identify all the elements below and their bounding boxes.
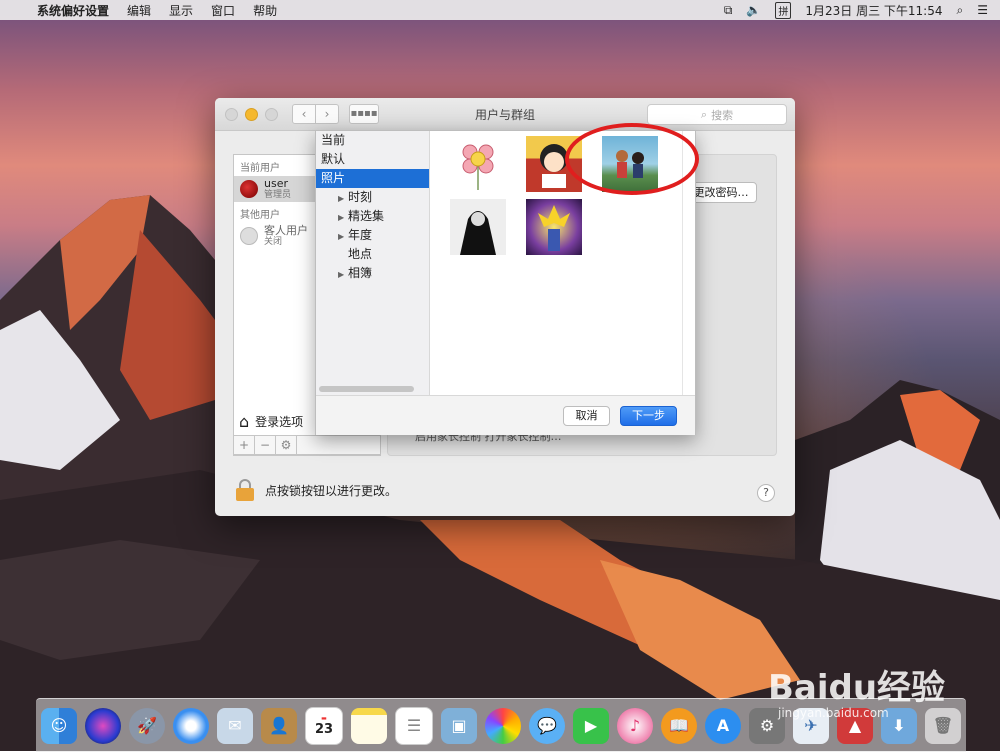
disclosure-triangle-icon[interactable]: ▶ (338, 189, 344, 208)
picker-source-label: 相簿 (348, 266, 373, 280)
picker-source-item[interactable]: ▶ 时刻 (316, 188, 429, 207)
disclosure-triangle-icon[interactable]: ▶ (338, 208, 344, 227)
help-button[interactable]: ? (757, 484, 775, 502)
itunes-icon[interactable]: ♪ (617, 707, 653, 744)
disclosure-triangle-icon[interactable]: ▶ (338, 265, 344, 284)
picker-source-item[interactable]: ▶ 相簿 (316, 264, 429, 283)
picker-source-item[interactable]: ▶ 精选集 (316, 207, 429, 226)
messages-icon[interactable]: 💬 (529, 707, 565, 744)
launchpad-icon[interactable]: 🚀 (129, 707, 165, 744)
next-button[interactable]: 下一步 (620, 406, 677, 426)
facetime-icon[interactable]: ▶ (573, 707, 609, 744)
user-role: 管理员 (264, 190, 292, 200)
thumbnail-dark-character[interactable] (450, 199, 506, 255)
notes-icon[interactable] (351, 707, 387, 744)
picker-source-label: 照片 (321, 171, 346, 185)
close-button[interactable] (225, 107, 238, 121)
reminders-icon[interactable]: ☰ (395, 706, 433, 745)
menu-window[interactable]: 窗口 (202, 2, 244, 19)
user-avatar (240, 180, 258, 198)
appstore-icon[interactable]: A (705, 707, 741, 744)
contacts-icon[interactable]: 👤 (261, 707, 297, 744)
add-user-button[interactable]: + (234, 436, 255, 454)
picker-sidebar: 当前默认照片 ▶ 时刻 ▶ 精选集 ▶ 年度地点 ▶ 相簿 (316, 131, 430, 395)
photos-icon[interactable] (485, 707, 521, 744)
thumbnail-anime-warrior[interactable] (526, 199, 582, 255)
zoom-button[interactable] (265, 107, 278, 121)
lock-icon[interactable] (235, 478, 255, 502)
lock-row: 点按锁按钮以进行更改。 (235, 478, 397, 502)
notification-center-icon[interactable]: ☰ (977, 3, 988, 17)
house-icon: ⌂ (239, 411, 250, 431)
calendar-icon[interactable]: ▬ 23 (305, 706, 343, 745)
search-icon: ⌕ (700, 107, 708, 121)
back-chevron-icon[interactable]: ‹ (292, 104, 316, 124)
picker-source-label: 默认 (321, 152, 346, 166)
input-method-icon[interactable]: 拼 (775, 1, 792, 19)
guest-name: 客人用户 (264, 224, 308, 237)
preview-icon[interactable]: ▣ (441, 707, 477, 744)
login-options-label: 登录选项 (255, 414, 304, 429)
picker-source-label: 年度 (348, 228, 373, 242)
picker-source-item[interactable]: 当前 (316, 131, 429, 150)
baidu-watermark-url: jingyan.baidu.com (778, 706, 889, 720)
picker-source-label: 时刻 (348, 190, 373, 204)
calendar-day: 23 (314, 721, 334, 737)
thumbnail-flower[interactable] (450, 136, 506, 192)
picker-source-item[interactable]: 默认 (316, 150, 429, 169)
forward-chevron-icon[interactable]: › (316, 104, 339, 124)
picker-source-item[interactable]: 照片 (316, 169, 429, 188)
minimize-button[interactable] (245, 107, 258, 121)
baidu-watermark: Baidu经验 (768, 668, 946, 708)
sidebar-scrollbar[interactable] (319, 386, 414, 392)
picker-source-item[interactable]: 地点 (316, 245, 429, 264)
picker-source-label: 精选集 (348, 209, 385, 223)
search-placeholder: 搜索 (711, 108, 734, 122)
remove-user-button[interactable]: − (255, 436, 276, 454)
disclosure-triangle-icon[interactable]: ▶ (338, 227, 344, 246)
picker-source-label: 当前 (321, 133, 346, 147)
nav-buttons: ‹ › (292, 104, 339, 124)
guest-avatar (240, 227, 258, 245)
mail-icon[interactable]: ✉ (217, 707, 253, 744)
traffic-lights (225, 107, 278, 121)
search-field[interactable]: ⌕ 搜索 (647, 104, 787, 125)
siri-icon[interactable] (85, 707, 121, 744)
menu-view[interactable]: 显示 (160, 2, 202, 19)
menu-bar: 系统偏好设置 编辑 显示 窗口 帮助 ⧉ 🔈 拼 1月23日 周三 下午11:5… (0, 0, 1000, 20)
highlight-circle-annotation (565, 123, 699, 195)
gear-icon[interactable]: ⚙ (276, 436, 297, 454)
ibooks-icon[interactable]: 📖 (661, 707, 697, 744)
display-mirror-icon[interactable]: ⧉ (724, 3, 733, 18)
picker-footer: 取消 下一步 (316, 395, 695, 435)
spotlight-search-icon[interactable]: ⌕ (957, 3, 964, 18)
user-name: user (264, 177, 288, 190)
guest-status: 关闭 (264, 237, 283, 247)
show-all-grid-icon[interactable]: ▪▪▪▪ (349, 104, 379, 124)
menu-app-name[interactable]: 系统偏好设置 (28, 2, 118, 19)
menu-help[interactable]: 帮助 (244, 2, 286, 19)
menu-edit[interactable]: 编辑 (118, 2, 160, 19)
clock[interactable]: 1月23日 周三 下午11:54 (805, 2, 942, 19)
finder-icon[interactable]: ☺ (41, 707, 77, 744)
cancel-button[interactable]: 取消 (563, 406, 610, 426)
safari-icon[interactable]: ✦ (173, 707, 209, 744)
picker-source-label: 地点 (348, 247, 373, 261)
volume-icon[interactable]: 🔈 (746, 3, 761, 17)
menu-extras: ⧉ 🔈 拼 1月23日 周三 下午11:54 ⌕ ☰ (724, 1, 1000, 19)
picker-source-item[interactable]: ▶ 年度 (316, 226, 429, 245)
user-list-buttons: + − ⚙ (233, 435, 381, 455)
trash-icon[interactable]: 🗑 (925, 707, 961, 744)
lock-text: 点按锁按钮以进行更改。 (265, 483, 398, 498)
window-titlebar: ‹ › ▪▪▪▪ 用户与群组 ⌕ 搜索 (215, 98, 795, 131)
